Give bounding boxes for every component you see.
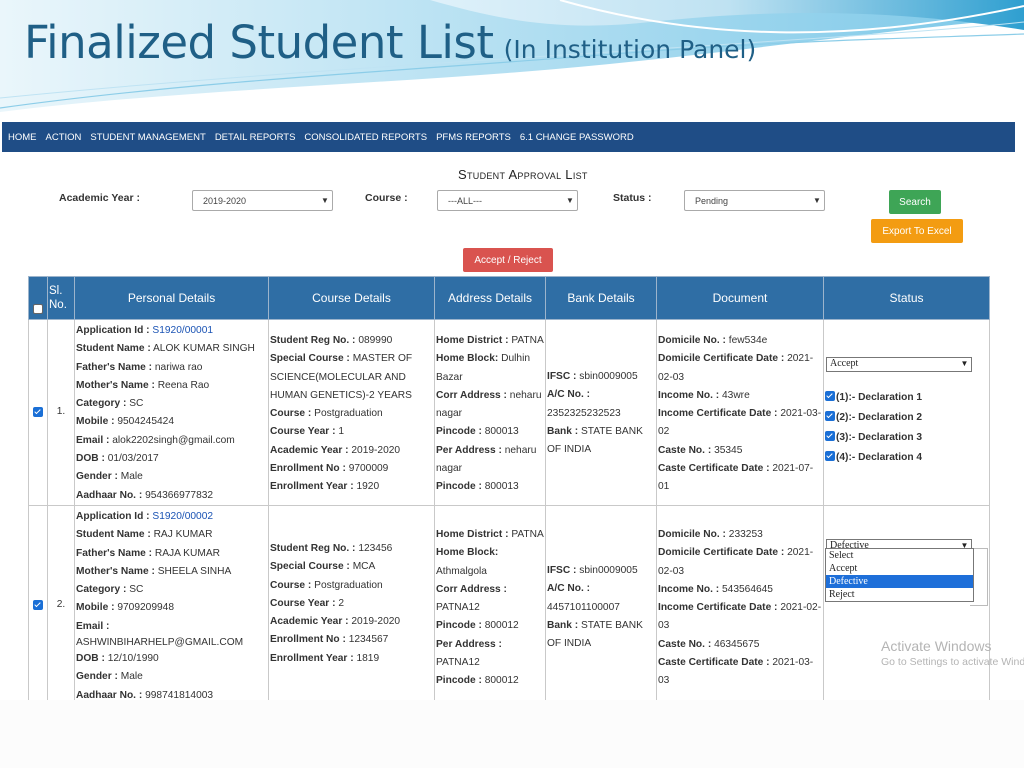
nav-pfms-reports[interactable]: PFMS REPORTS [432,132,515,143]
table-header-row: Sl. No. Personal Details Course Details … [28,276,990,320]
search-button[interactable]: Search [889,190,941,214]
nav-detail-reports[interactable]: DETAIL REPORTS [211,132,300,143]
course-value: ---ALL--- [448,195,482,206]
academic-year-value: 2019-2020 [203,195,247,206]
row-status-value: Accept [830,358,859,370]
declaration-item: (3):- Declaration 3 [825,428,989,448]
top-navbar: HOME ACTION STUDENT MANAGEMENT DETAIL RE… [2,122,1015,152]
student-approval-table: Sl. No. Personal Details Course Details … [28,276,990,706]
accept-reject-button[interactable]: Accept / Reject [463,248,553,272]
document-header: Document [656,276,824,320]
declaration-checkbox[interactable] [825,411,835,421]
slide-bottom-area [0,700,1024,768]
declaration-checkbox[interactable] [825,431,835,441]
dropdown-option-defective[interactable]: Defective [826,575,973,588]
status-dropdown-list: Select Accept Defective Reject [825,548,974,602]
course-details-header: Course Details [268,276,435,320]
table-row: 1. Application Id : S1920/00001 Student … [28,319,990,506]
address-details-header: Address Details [434,276,546,320]
row-sl-no: 2. [47,505,75,706]
row-select-cell [28,505,48,706]
select-all-header [28,276,48,320]
nav-home[interactable]: HOME [4,132,41,143]
select-all-checkbox[interactable] [33,303,43,314]
export-to-excel-button[interactable]: Export To Excel [871,219,963,243]
course-details-cell: Student Reg No. : 123456 Special Course … [268,505,435,706]
bank-details-cell: IFSC : sbin0009005 A/C No. : 23523252325… [545,319,657,506]
row-status-select[interactable]: Accept ▼ [826,357,972,372]
declaration-checkbox[interactable] [825,451,835,461]
academic-year-label: Academic Year : [59,192,140,204]
nav-action[interactable]: ACTION [42,132,86,143]
status-label: Status : [613,192,652,204]
address-details-cell: Home District : PATNA Home Block: Athmal… [434,505,546,706]
course-details-cell: Student Reg No. : 089990 Special Course … [268,319,435,506]
status-cell: Defective ▼ [823,505,990,706]
nav-consolidated-reports[interactable]: CONSOLIDATED REPORTS [300,132,431,143]
sl-no-header: Sl. No. [47,276,75,320]
activate-windows-watermark: Activate Windows Go to Settings to activ… [881,638,1024,668]
personal-details-cell: Application Id : S1920/00002 Student Nam… [74,505,269,706]
dropdown-option-select[interactable]: Select [826,549,973,562]
declaration-checkbox[interactable] [825,391,835,401]
declaration-item: (2):- Declaration 2 [825,408,989,428]
page-title: Student Approval List [458,167,588,182]
row-checkbox[interactable] [33,406,43,417]
nav-student-management[interactable]: STUDENT MANAGEMENT [86,132,209,143]
academic-year-select[interactable]: 2019-2020 ▼ [192,190,333,211]
watermark-title: Activate Windows [881,638,992,654]
document-cell: Domicile No. : few534e Domicile Certific… [656,319,824,506]
slide-header: Finalized Student List (In Institution P… [0,0,1024,115]
chevron-down-icon: ▼ [566,196,574,205]
personal-details-header: Personal Details [74,276,269,320]
dropdown-option-reject[interactable]: Reject [826,588,973,601]
status-select[interactable]: Pending ▼ [684,190,825,211]
status-cell: Accept ▼ (1):- Declaration 1 (2):- Decla… [823,319,990,506]
row-checkbox[interactable] [33,599,43,610]
status-header: Status [823,276,990,320]
dropdown-option-accept[interactable]: Accept [826,562,973,575]
nav-change-password[interactable]: 6.1 CHANGE PASSWORD [516,132,638,143]
chevron-down-icon: ▼ [960,359,969,369]
document-cell: Domicile No. : 233253 Domicile Certifica… [656,505,824,706]
course-select[interactable]: ---ALL--- ▼ [437,190,578,211]
chevron-down-icon: ▼ [321,196,329,205]
watermark-subtitle: Go to Settings to activate Windows. [881,656,1024,668]
address-details-cell: Home District : PATNA Home Block: Dulhin… [434,319,546,506]
application-id-link[interactable]: S1920/00001 [152,325,213,336]
course-label: Course : [365,192,408,204]
slide-title: Finalized Student List (In Institution P… [24,16,756,69]
row-select-cell [28,319,48,506]
application-id-link[interactable]: S1920/00002 [152,511,213,522]
declaration-item: (4):- Declaration 4 [825,448,989,468]
status-value: Pending [695,195,729,206]
personal-details-cell: Application Id : S1920/00001 Student Nam… [74,319,269,506]
bank-details-cell: IFSC : sbin0009005 A/C No. : 44571011000… [545,505,657,706]
bank-details-header: Bank Details [545,276,657,320]
table-row: 2. Application Id : S1920/00002 Student … [28,505,990,706]
slide-title-sub: (In Institution Panel) [503,35,757,64]
row-sl-no: 1. [47,319,75,506]
declaration-item: (1):- Declaration 1 [825,388,989,408]
slide-title-main: Finalized Student List [24,16,494,69]
chevron-down-icon: ▼ [813,196,821,205]
